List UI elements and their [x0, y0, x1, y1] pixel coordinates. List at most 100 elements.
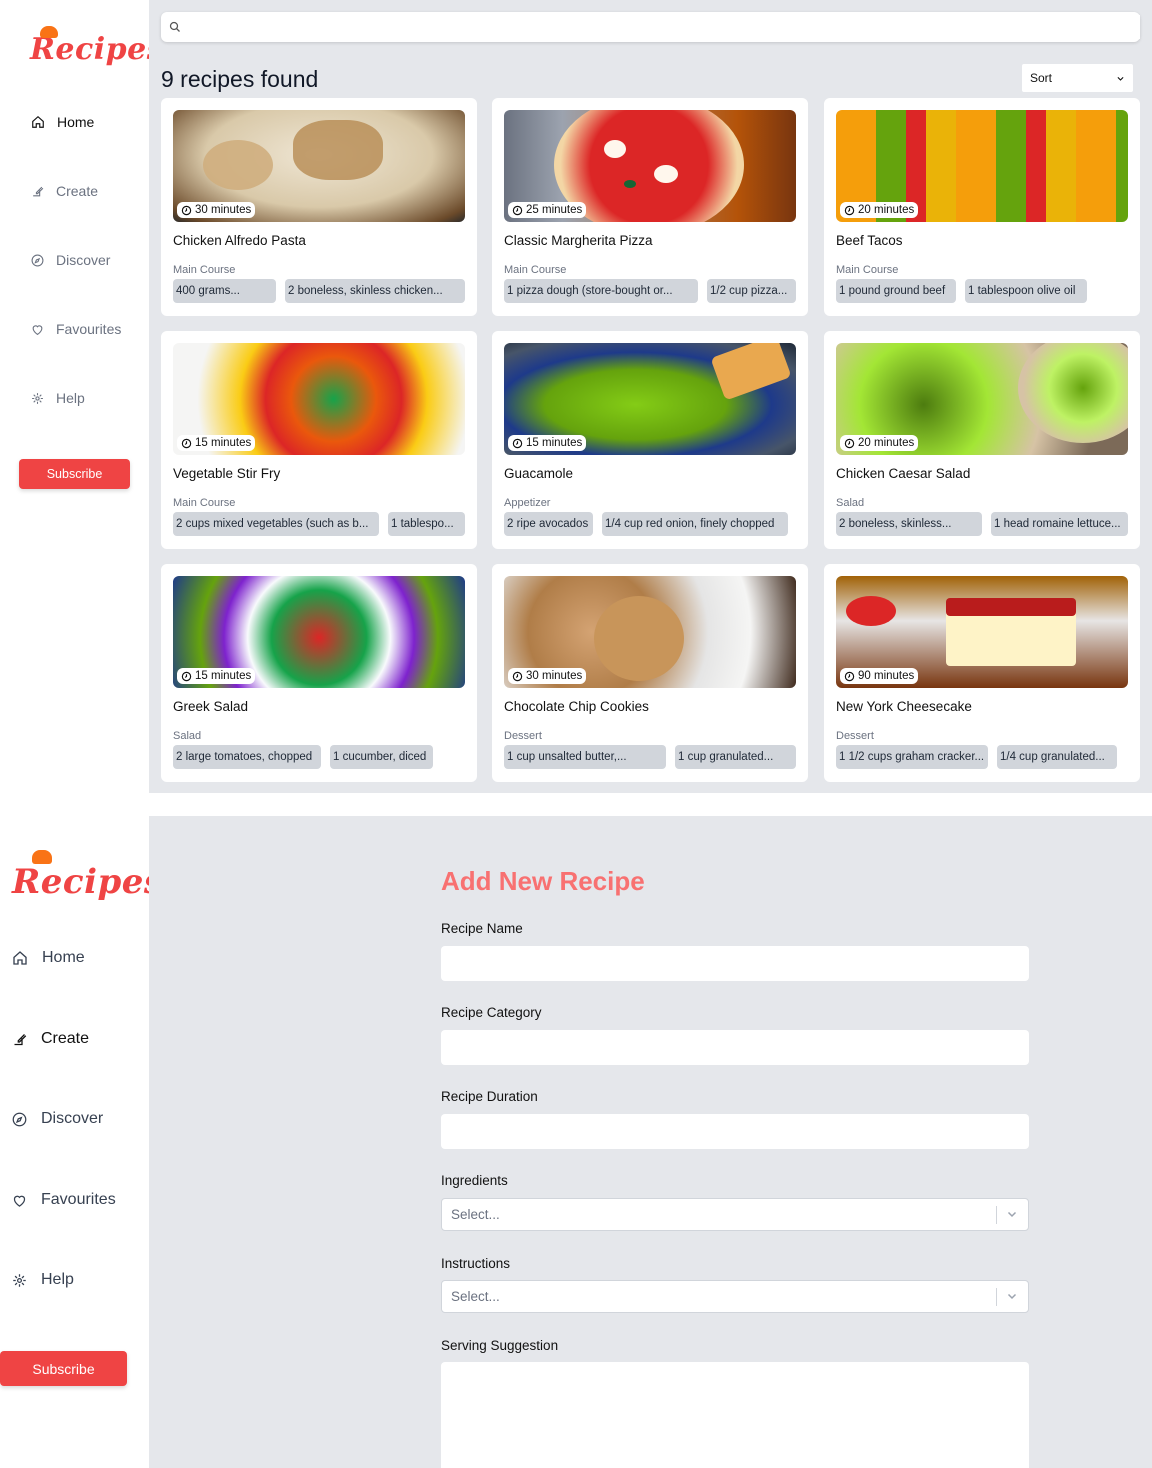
recipe-category: Salad: [173, 730, 202, 742]
duration-badge: 15 minutes: [508, 435, 587, 451]
recipe-title: New York Cheesecake: [836, 699, 972, 714]
ingredient-tag: 1 tablespo...: [388, 512, 465, 536]
search-input[interactable]: [187, 15, 1140, 39]
main-content: 9 recipes found Sort 30 minutes Chicken …: [149, 0, 1152, 793]
logo[interactable]: Recipes: [30, 26, 164, 67]
ingredients-select[interactable]: Select...: [441, 1198, 1029, 1231]
nav-help[interactable]: Help: [31, 390, 85, 406]
recipe-image: 15 minutes: [504, 343, 796, 455]
ingredients-label: Ingredients: [441, 1173, 508, 1188]
sidebar: Recipes Home Create Discover Favourites …: [0, 0, 164, 816]
ingredient-tag: 1 cup unsalted butter,...: [504, 745, 666, 769]
ingredient-tag: 1 pound ground beef: [836, 279, 956, 303]
ingredient-tag: 2 boneless, skinless...: [836, 512, 982, 536]
recipe-name-input[interactable]: [441, 946, 1029, 981]
gear-icon: [32, 392, 43, 404]
recipe-card[interactable]: 15 minutes Vegetable Stir Fry Main Cours…: [161, 331, 477, 549]
add-recipe-screen: Recipes Home Create Discover Favourites …: [0, 816, 1152, 1468]
recipe-category: Dessert: [504, 730, 542, 742]
recipe-card[interactable]: 20 minutes Chicken Caesar Salad Salad 2 …: [824, 331, 1140, 549]
clock-icon: [181, 671, 192, 681]
nav-create[interactable]: Create: [12, 1030, 89, 1048]
clock-icon: [181, 205, 192, 215]
chef-hat-icon: [32, 850, 52, 864]
recipe-card[interactable]: 90 minutes New York Cheesecake Dessert 1…: [824, 564, 1140, 782]
ingredient-tag: 400 grams...: [173, 279, 276, 303]
subscribe-button[interactable]: Subscribe: [19, 459, 130, 489]
compass-icon: [12, 1112, 27, 1126]
main-content: Add New Recipe Recipe Name Recipe Catego…: [149, 816, 1152, 1468]
nav-discover[interactable]: Discover: [31, 252, 110, 268]
recipe-title: Chicken Caesar Salad: [836, 466, 971, 481]
heart-icon: [32, 324, 43, 335]
duration-badge: 15 minutes: [177, 668, 256, 684]
nav-favourites[interactable]: Favourites: [31, 321, 121, 337]
edit-icon: [14, 1033, 27, 1045]
recipe-name-label: Recipe Name: [441, 921, 523, 936]
duration-badge: 25 minutes: [508, 202, 587, 218]
nav-discover[interactable]: Discover: [12, 1110, 103, 1128]
duration-badge: 30 minutes: [508, 668, 587, 684]
recipe-duration-input[interactable]: [441, 1114, 1029, 1149]
home-icon: [32, 115, 44, 128]
recipe-card[interactable]: 20 minutes Beef Tacos Main Course 1 poun…: [824, 98, 1140, 316]
nav-home[interactable]: Home: [31, 114, 94, 130]
subscribe-button[interactable]: Subscribe: [0, 1351, 127, 1386]
recipe-image: 30 minutes: [504, 576, 796, 688]
ingredient-tag: 2 large tomatoes, chopped: [173, 745, 321, 769]
clock-icon: [844, 671, 855, 681]
recipe-list-screen: Recipes Home Create Discover Favourites …: [0, 0, 1152, 816]
nav-home[interactable]: Home: [12, 949, 85, 967]
recipe-category-input[interactable]: [441, 1030, 1029, 1065]
gear-icon: [13, 1273, 26, 1287]
chevron-down-icon[interactable]: [1006, 1290, 1018, 1302]
recipe-title: Chocolate Chip Cookies: [504, 699, 649, 714]
recipe-category: Main Course: [173, 264, 236, 276]
recipe-category: Main Course: [173, 497, 236, 509]
recipe-image: 20 minutes: [836, 110, 1128, 222]
recipe-card[interactable]: 15 minutes Guacamole Appetizer 2 ripe av…: [492, 331, 808, 549]
select-separator: [996, 1206, 997, 1224]
heart-icon: [13, 1195, 26, 1207]
recipe-card[interactable]: 15 minutes Greek Salad Salad 2 large tom…: [161, 564, 477, 782]
chevron-down-icon[interactable]: [1006, 1208, 1018, 1220]
sort-select[interactable]: Sort: [1021, 63, 1134, 93]
ingredient-tag: 1 tablespoon olive oil: [965, 279, 1087, 303]
duration-badge: 30 minutes: [177, 202, 256, 218]
chef-hat-icon: [40, 26, 58, 38]
form-title: Add New Recipe: [441, 866, 645, 896]
nav-help[interactable]: Help: [12, 1271, 74, 1289]
recipe-title: Greek Salad: [173, 699, 249, 714]
clock-icon: [181, 438, 192, 448]
search-bar[interactable]: [161, 12, 1140, 42]
serving-suggestion-textarea[interactable]: [441, 1362, 1029, 1468]
nav-create[interactable]: Create: [31, 183, 98, 199]
ingredient-tag: 1 cucumber, diced: [330, 745, 433, 769]
ingredient-tag: 1 pizza dough (store-bought or...: [504, 279, 698, 303]
recipe-category: Dessert: [836, 730, 874, 742]
recipe-category: Appetizer: [504, 497, 551, 509]
recipe-card[interactable]: 30 minutes Chocolate Chip Cookies Desser…: [492, 564, 808, 782]
duration-badge: 90 minutes: [840, 668, 919, 684]
ingredient-tag: 1/4 cup red onion, finely chopped: [602, 512, 788, 536]
recipe-image: 90 minutes: [836, 576, 1128, 688]
ingredient-tag: 1/2 cup pizza...: [707, 279, 796, 303]
duration-badge: 15 minutes: [177, 435, 256, 451]
logo[interactable]: Recipes: [12, 850, 164, 902]
ingredient-tag: 1/4 cup granulated...: [997, 745, 1117, 769]
select-separator: [996, 1288, 997, 1306]
recipe-category: Main Course: [504, 264, 567, 276]
chevron-down-icon: [1117, 76, 1124, 81]
ingredient-tag: 2 ripe avocados: [504, 512, 593, 536]
recipe-card[interactable]: 25 minutes Classic Margherita Pizza Main…: [492, 98, 808, 316]
instructions-select[interactable]: Select...: [441, 1280, 1029, 1313]
instructions-label: Instructions: [441, 1256, 511, 1271]
nav-favourites[interactable]: Favourites: [12, 1191, 116, 1209]
recipe-title: Classic Margherita Pizza: [504, 233, 653, 248]
recipe-card[interactable]: 30 minutes Chicken Alfredo Pasta Main Co…: [161, 98, 477, 316]
recipe-category-label: Recipe Category: [441, 1005, 542, 1020]
recipe-image: 20 minutes: [836, 343, 1128, 455]
home-icon: [13, 951, 27, 965]
search-icon: [169, 21, 180, 32]
ingredient-tag: 1 cup granulated...: [675, 745, 796, 769]
